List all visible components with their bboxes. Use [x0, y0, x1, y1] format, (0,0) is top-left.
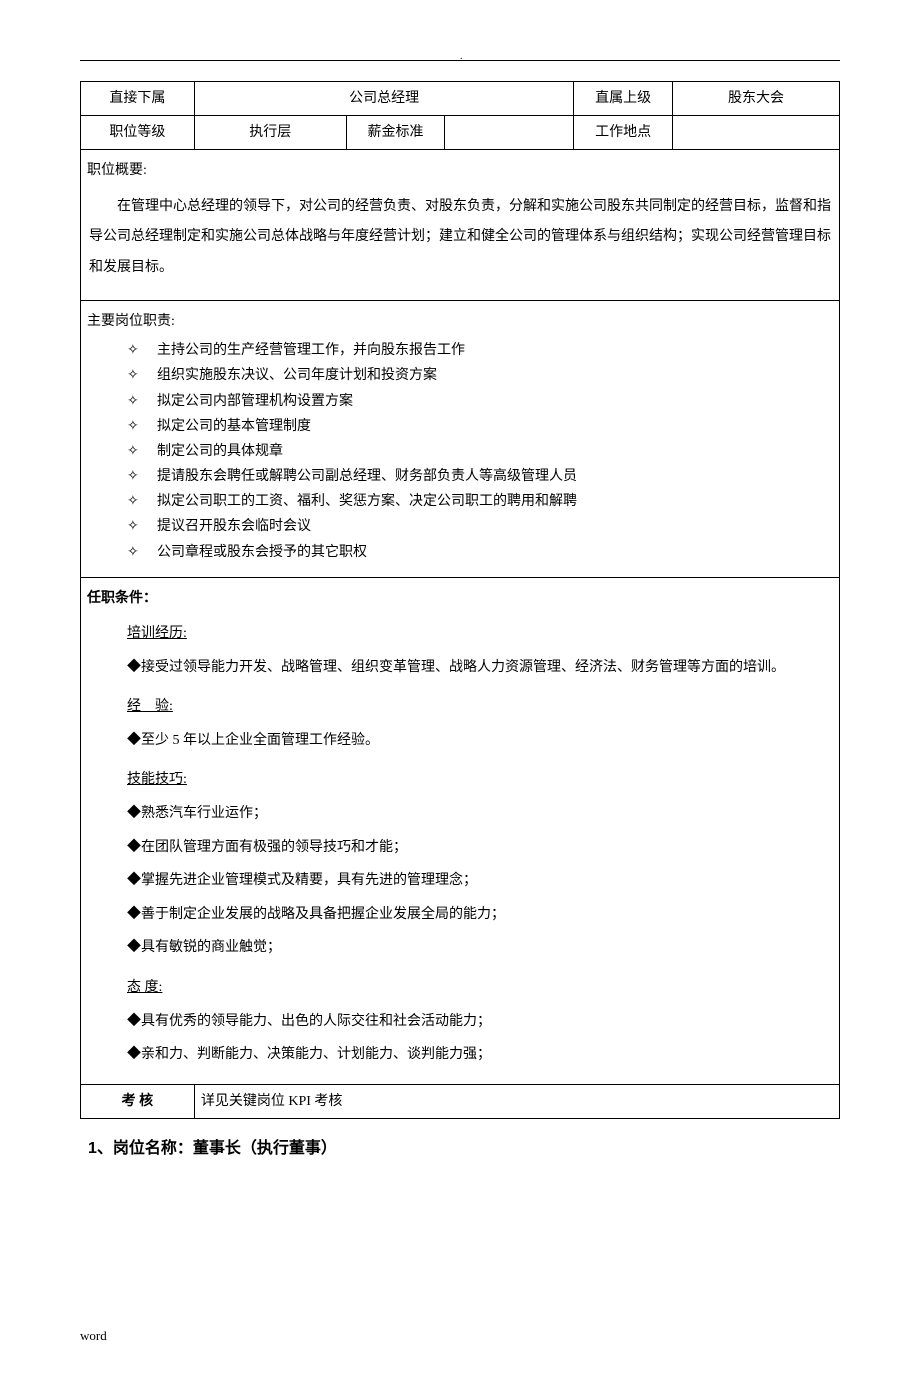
value-location [672, 116, 839, 150]
value-salary [445, 116, 574, 150]
top-dot: . [460, 48, 463, 66]
assessment-value: 详见关键岗位 KPI 考核 [194, 1084, 839, 1118]
value-position-level: 执行层 [194, 116, 346, 150]
label-direct-report: 直接下属 [81, 82, 195, 116]
table-row: 任职条件： 培训经历:接受过领导能力开发、战略管理、组织变革管理、战略人力资源管… [81, 577, 840, 1084]
qualification-item: 熟悉汽车行业运作； [127, 797, 833, 831]
duty-item: 提议召开股东会临时会议 [127, 514, 833, 539]
duty-item: 主持公司的生产经营管理工作，并向股东报告工作 [127, 338, 833, 363]
label-salary: 薪金标准 [346, 116, 445, 150]
duty-item: 拟定公司的基本管理制度 [127, 414, 833, 439]
qualification-item: 具有优秀的领导能力、出色的人际交往和社会活动能力； [127, 1005, 833, 1039]
qualification-item: 具有敏锐的商业触觉； [127, 931, 833, 965]
qualification-heading: 培训经历: [127, 617, 833, 651]
top-rule: . [80, 60, 840, 61]
qualification-item: 亲和力、判断能力、决策能力、计划能力、谈判能力强； [127, 1038, 833, 1072]
table-row: 职位概要: 在管理中心总经理的领导下，对公司的经营负责、对股东负责，分解和实施公… [81, 150, 840, 301]
duty-item: 制定公司的具体规章 [127, 439, 833, 464]
table-row: 主要岗位职责: 主持公司的生产经营管理工作，并向股东报告工作组织实施股东决议、公… [81, 300, 840, 577]
qualification-item: 至少 5 年以上企业全面管理工作经验。 [127, 724, 833, 758]
bottom-heading: 1、岗位名称：董事长（执行董事） [88, 1135, 840, 1164]
duty-item: 拟定公司职工的工资、福利、奖惩方案、决定公司职工的聘用和解聘 [127, 489, 833, 514]
qualification-item: 掌握先进企业管理模式及精要，具有先进的管理理念； [127, 864, 833, 898]
qualification-heading: 技能技巧: [127, 763, 833, 797]
table-row: 职位等级 执行层 薪金标准 工作地点 [81, 116, 840, 150]
qualification-item: 接受过领导能力开发、战略管理、组织变革管理、战略人力资源管理、经济法、财务管理等… [127, 651, 833, 685]
label-superior: 直属上级 [574, 82, 673, 116]
duty-item: 组织实施股东决议、公司年度计划和投资方案 [127, 363, 833, 388]
overview-cell: 职位概要: 在管理中心总经理的领导下，对公司的经营负责、对股东负责，分解和实施公… [81, 150, 840, 301]
overview-text: 在管理中心总经理的领导下，对公司的经营负责、对股东负责，分解和实施公司股东共同制… [87, 188, 833, 288]
duty-item: 拟定公司内部管理机构设置方案 [127, 389, 833, 414]
qualifications-title: 任职条件： [87, 586, 833, 611]
label-position-level: 职位等级 [81, 116, 195, 150]
duties-title: 主要岗位职责: [87, 309, 833, 334]
value-superior: 股东大会 [672, 82, 839, 116]
job-info-table: 直接下属 公司总经理 直属上级 股东大会 职位等级 执行层 薪金标准 工作地点 … [80, 81, 840, 1119]
qualification-heading: 态 度: [127, 971, 833, 1005]
assessment-label: 考 核 [81, 1084, 195, 1118]
qualification-heading: 经 验: [127, 690, 833, 724]
qualifications-body: 培训经历:接受过领导能力开发、战略管理、组织变革管理、战略人力资源管理、经济法、… [87, 617, 833, 1072]
table-row: 直接下属 公司总经理 直属上级 股东大会 [81, 82, 840, 116]
duties-cell: 主要岗位职责: 主持公司的生产经营管理工作，并向股东报告工作组织实施股东决议、公… [81, 300, 840, 577]
qualification-item: 善于制定企业发展的战略及具备把握企业发展全局的能力； [127, 898, 833, 932]
table-row: 考 核 详见关键岗位 KPI 考核 [81, 1084, 840, 1118]
overview-title: 职位概要: [87, 158, 833, 183]
value-direct-report: 公司总经理 [194, 82, 573, 116]
duty-item: 公司章程或股东会授予的其它职权 [127, 540, 833, 565]
qualification-item: 在团队管理方面有极强的领导技巧和才能； [127, 831, 833, 865]
footer-text: word [80, 1324, 840, 1347]
duty-item: 提请股东会聘任或解聘公司副总经理、财务部负责人等高级管理人员 [127, 464, 833, 489]
label-location: 工作地点 [574, 116, 673, 150]
qualifications-cell: 任职条件： 培训经历:接受过领导能力开发、战略管理、组织变革管理、战略人力资源管… [81, 577, 840, 1084]
duties-list: 主持公司的生产经营管理工作，并向股东报告工作组织实施股东决议、公司年度计划和投资… [87, 338, 833, 565]
